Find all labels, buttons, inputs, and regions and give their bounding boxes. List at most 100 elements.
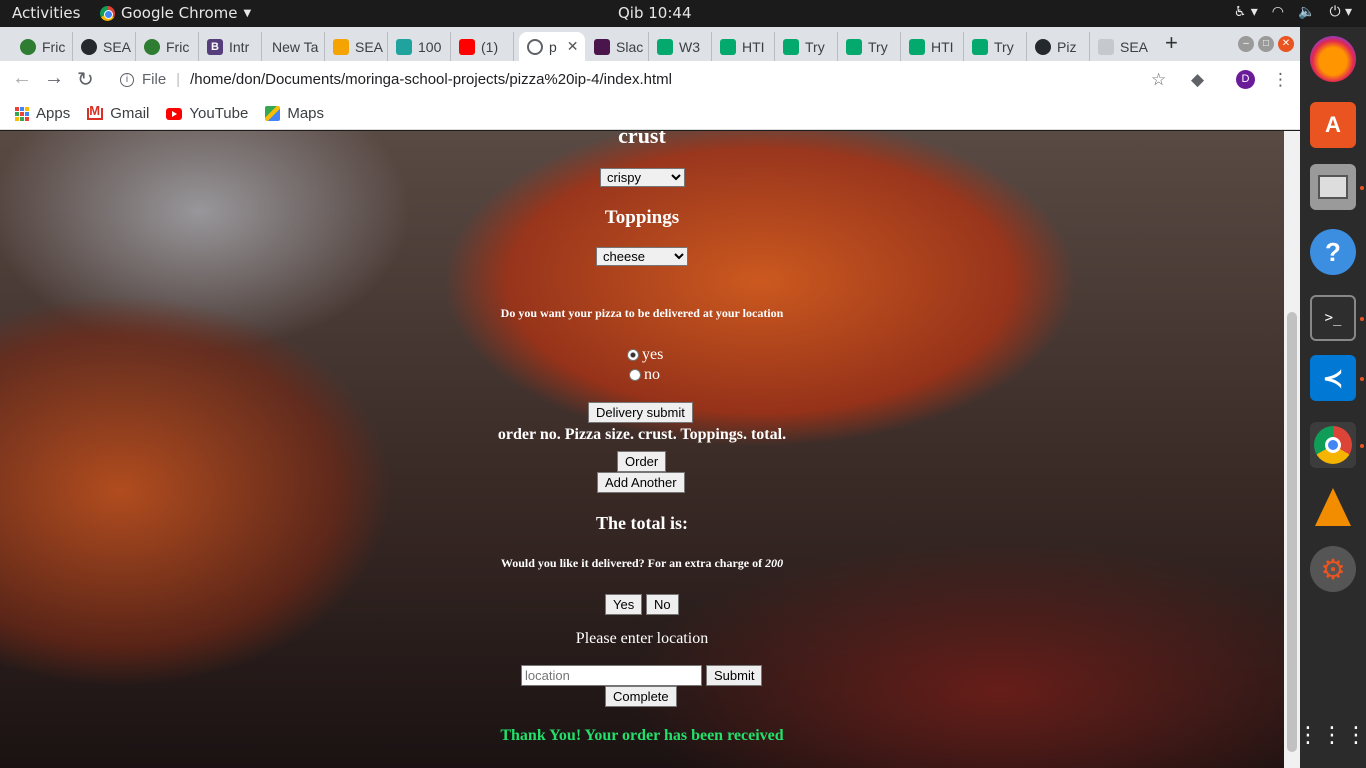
- more-menu-icon[interactable]: ⋮: [1272, 70, 1289, 90]
- close-window-icon[interactable]: ✕: [1278, 36, 1294, 52]
- tab[interactable]: 100: [388, 32, 451, 61]
- tab-label: SEA: [103, 38, 132, 55]
- bookmark-youtube[interactable]: YouTube: [166, 105, 248, 122]
- forward-arrow-icon[interactable]: →: [44, 67, 64, 90]
- tab[interactable]: HTI: [712, 32, 775, 61]
- tab[interactable]: Fric: [12, 32, 73, 61]
- tab[interactable]: HTI: [901, 32, 964, 61]
- thank-you-message: Thank You! Your order has been received: [500, 727, 784, 744]
- running-indicator: [1360, 444, 1364, 448]
- bookmark-apps[interactable]: Apps: [15, 105, 70, 122]
- radio-yes-option[interactable]: yes: [627, 346, 663, 364]
- tab[interactable]: SEA: [325, 32, 388, 61]
- clock[interactable]: Qib 10:44: [618, 4, 692, 22]
- address-bar[interactable]: i File | /home/don/Documents/moringa-sch…: [108, 65, 1148, 94]
- toppings-select[interactable]: cheese: [596, 247, 688, 266]
- location-input[interactable]: [521, 665, 702, 686]
- tab[interactable]: (1): [451, 32, 514, 61]
- tab-favicon-icon: [144, 38, 160, 55]
- radio-no-option[interactable]: no: [629, 366, 660, 384]
- w3schools-icon: [972, 38, 988, 55]
- radio-no-label: no: [644, 366, 660, 383]
- new-tab-button[interactable]: +: [1165, 30, 1178, 56]
- tab[interactable]: SEA: [73, 32, 136, 61]
- bookmark-star-icon[interactable]: ☆: [1151, 70, 1166, 90]
- tab-label: Piz: [1057, 38, 1077, 55]
- bookmark-maps[interactable]: Maps: [265, 105, 324, 122]
- app-menu-label: Google Chrome: [121, 4, 238, 22]
- system-tray[interactable]: ♿ ▾ ◠ 🔈 ⏻ ▾: [1234, 4, 1352, 20]
- app-menu[interactable]: Google Chrome ▼: [100, 4, 251, 22]
- crust-select[interactable]: crispy: [600, 168, 685, 187]
- bookmark-label: Maps: [287, 105, 325, 122]
- tab-label: Fric: [166, 38, 190, 55]
- running-indicator: [1360, 377, 1364, 381]
- radio-yes[interactable]: [627, 349, 639, 361]
- software-center-icon[interactable]: A: [1310, 102, 1356, 148]
- extension-icon[interactable]: ◆: [1191, 70, 1204, 90]
- tab[interactable]: Piz: [1027, 32, 1090, 61]
- vscode-icon[interactable]: ≺: [1310, 355, 1356, 401]
- bookmark-label: Gmail: [110, 105, 150, 122]
- system-top-bar: Activities Google Chrome ▼ Qib 10:44 ♿ ▾…: [0, 0, 1366, 27]
- tab[interactable]: Try: [775, 32, 838, 61]
- firefox-icon[interactable]: [1310, 36, 1356, 82]
- power-icon[interactable]: ⏻ ▾: [1329, 4, 1352, 20]
- tab[interactable]: B Intr: [199, 32, 262, 61]
- delivery-charge-text: Would you like it delivered? For an extr…: [500, 556, 763, 570]
- tab-label: Try: [868, 38, 888, 55]
- tab[interactable]: Slac: [586, 32, 649, 61]
- running-indicator: [1360, 317, 1364, 321]
- maximize-window-icon[interactable]: □: [1258, 36, 1274, 52]
- profile-avatar[interactable]: D: [1236, 70, 1255, 89]
- enter-location-label: Please enter location: [575, 630, 709, 647]
- minimize-window-icon[interactable]: –: [1238, 36, 1254, 52]
- activities-button[interactable]: Activities: [12, 4, 80, 22]
- tab[interactable]: New Ta: [262, 32, 325, 61]
- back-arrow-icon[interactable]: ←: [12, 67, 32, 90]
- tab[interactable]: Try: [838, 32, 901, 61]
- tab-label: W3: [679, 38, 700, 55]
- page-viewport: crust crispy Toppings cheese Do you want…: [0, 131, 1284, 768]
- vlc-icon[interactable]: [1310, 484, 1356, 530]
- chrome-icon: [100, 5, 115, 21]
- bookmark-label: YouTube: [189, 105, 249, 122]
- settings-icon[interactable]: ⚙: [1310, 546, 1356, 592]
- close-tab-icon[interactable]: ✕: [567, 38, 579, 55]
- order-button[interactable]: Order: [617, 451, 667, 472]
- ubuntu-dock: A ? >_ ≺ ⚙ ⋮⋮⋮: [1297, 27, 1366, 768]
- add-another-button[interactable]: Add Another: [597, 472, 685, 493]
- tab[interactable]: W3: [649, 32, 712, 61]
- radio-no[interactable]: [629, 369, 641, 381]
- url-text[interactable]: /home/don/Documents/moringa-school-proje…: [190, 71, 672, 88]
- tab[interactable]: SEA: [1090, 32, 1153, 61]
- help-icon[interactable]: ?: [1310, 229, 1356, 275]
- files-icon[interactable]: [1310, 164, 1356, 210]
- network-icon[interactable]: ◠: [1272, 4, 1284, 20]
- tab-label: Slac: [616, 38, 644, 55]
- tab[interactable]: Try: [964, 32, 1027, 61]
- submit-button[interactable]: Submit: [706, 665, 763, 686]
- github-icon: [81, 38, 97, 55]
- tab[interactable]: Fric: [136, 32, 199, 61]
- accessibility-icon[interactable]: ♿ ▾: [1234, 4, 1258, 20]
- delivery-submit-button[interactable]: Delivery submit: [588, 402, 693, 423]
- yes-button[interactable]: Yes: [605, 594, 643, 615]
- youtube-icon: [459, 38, 475, 55]
- no-button[interactable]: No: [646, 594, 679, 615]
- github-icon: [1035, 38, 1051, 55]
- chrome-icon[interactable]: [1310, 422, 1356, 468]
- tab-active[interactable]: p ✕: [519, 32, 585, 61]
- bookmark-gmail[interactable]: Gmail: [87, 104, 150, 122]
- info-icon[interactable]: i: [120, 72, 134, 87]
- reload-icon[interactable]: ↻: [77, 67, 94, 92]
- pizza-icon: [333, 38, 349, 55]
- tab-label: New Ta: [272, 38, 319, 55]
- terminal-icon[interactable]: >_: [1310, 295, 1356, 341]
- complete-button[interactable]: Complete: [605, 686, 677, 707]
- tab-label: (1): [481, 38, 499, 55]
- show-apps-icon[interactable]: ⋮⋮⋮: [1297, 712, 1366, 758]
- tab-favicon-icon: [20, 38, 36, 55]
- volume-icon[interactable]: 🔈: [1298, 4, 1315, 20]
- scrollbar-thumb[interactable]: [1287, 312, 1297, 752]
